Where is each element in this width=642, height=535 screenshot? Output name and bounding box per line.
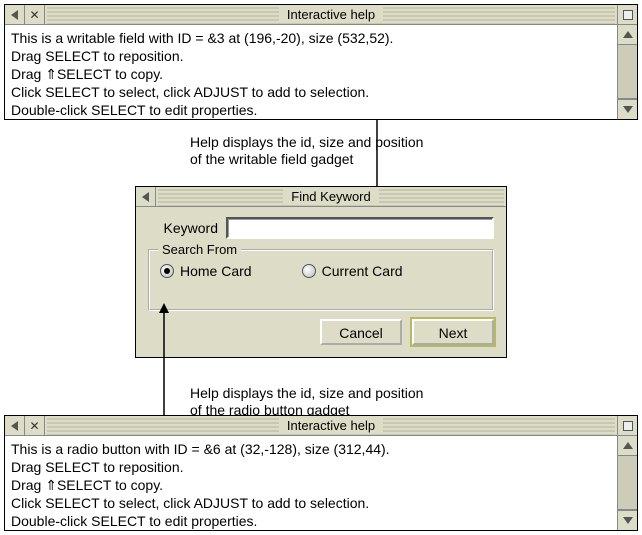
titlebar[interactable]: ✕ Interactive help bbox=[5, 416, 637, 436]
scroll-down-button[interactable] bbox=[618, 510, 637, 530]
back-icon bbox=[11, 421, 18, 431]
toggle-icon bbox=[623, 421, 633, 431]
help-window-2: ✕ Interactive help This is a radio butto… bbox=[4, 415, 638, 531]
help-text: This is a radio button with ID = &6 at (… bbox=[5, 436, 617, 534]
up-icon bbox=[623, 442, 633, 449]
close-icon: ✕ bbox=[29, 419, 39, 433]
scrollbar[interactable] bbox=[617, 436, 637, 530]
close-button[interactable]: ✕ bbox=[25, 416, 45, 435]
scroll-up-button[interactable] bbox=[618, 436, 637, 456]
back-button[interactable] bbox=[5, 416, 25, 435]
toggle-button[interactable] bbox=[617, 416, 637, 435]
down-icon bbox=[623, 517, 633, 524]
scroll-track[interactable] bbox=[618, 456, 637, 510]
